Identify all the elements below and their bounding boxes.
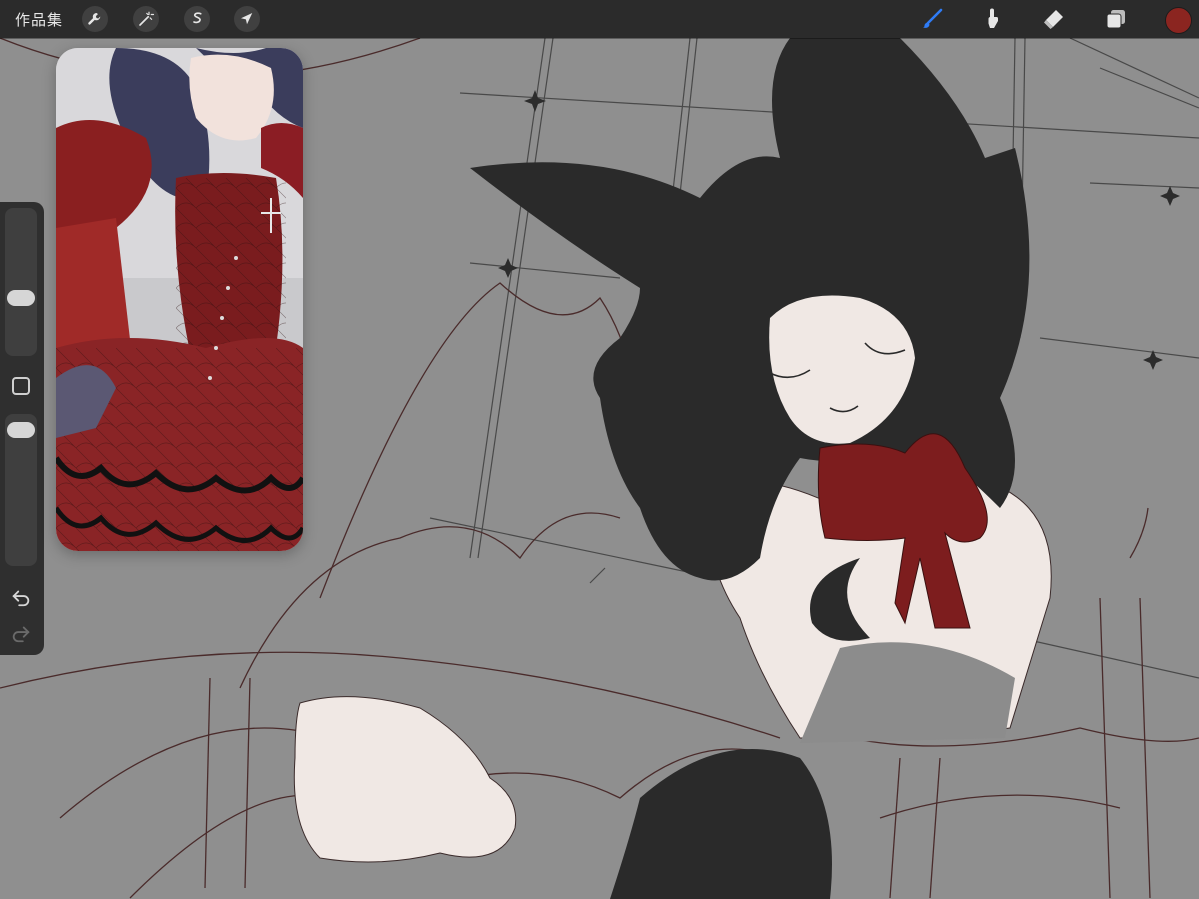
current-color-button[interactable] bbox=[1165, 7, 1192, 34]
brush-size-slider[interactable] bbox=[5, 208, 37, 356]
brush-icon bbox=[923, 8, 943, 28]
redo-icon[interactable] bbox=[10, 622, 32, 644]
layers-icon bbox=[1106, 10, 1125, 29]
smudge-icon bbox=[988, 8, 998, 28]
layers-tool-button[interactable] bbox=[1102, 5, 1130, 33]
selection-button[interactable] bbox=[184, 6, 210, 32]
reference-image bbox=[56, 48, 303, 551]
magic-wand-icon bbox=[139, 11, 155, 26]
opacity-slider[interactable] bbox=[5, 414, 37, 566]
left-sidebar bbox=[0, 202, 44, 655]
eraser-tool-button[interactable] bbox=[1040, 5, 1068, 33]
modify-square-icon[interactable] bbox=[12, 377, 30, 395]
undo-icon[interactable] bbox=[10, 586, 32, 608]
adjustments-button[interactable] bbox=[133, 6, 159, 32]
transform-button[interactable] bbox=[234, 6, 260, 32]
smudge-tool-button[interactable] bbox=[978, 5, 1006, 33]
gallery-button[interactable]: 作品集 bbox=[15, 9, 63, 30]
brush-size-thumb[interactable] bbox=[7, 290, 35, 306]
selection-s-icon bbox=[193, 12, 202, 24]
arrow-cursor-icon bbox=[241, 13, 253, 25]
wrench-icon bbox=[88, 13, 101, 25]
brush-tool-button[interactable] bbox=[918, 5, 946, 33]
actions-button[interactable] bbox=[82, 6, 108, 32]
top-toolbar: 作品集 bbox=[0, 0, 1199, 38]
opacity-thumb[interactable] bbox=[7, 422, 35, 438]
reference-image-window[interactable] bbox=[56, 48, 303, 551]
eraser-icon bbox=[1044, 10, 1063, 29]
